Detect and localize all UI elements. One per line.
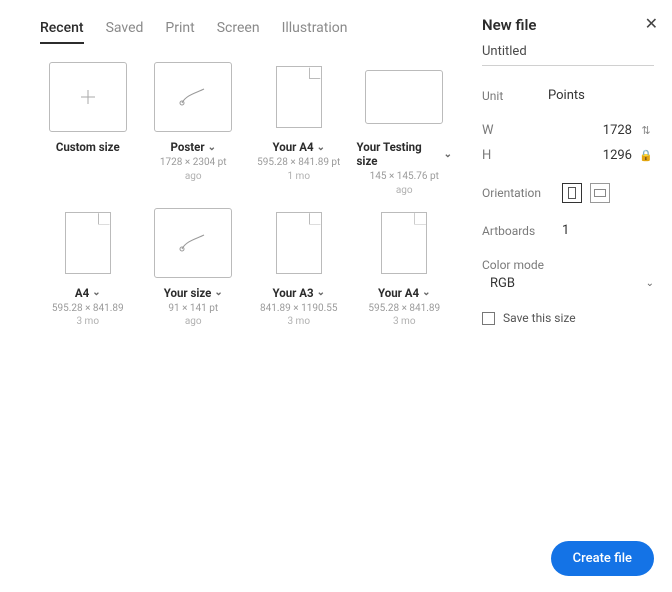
orientation-row: Orientation <box>482 183 654 203</box>
preset-meta2: ago <box>185 171 202 182</box>
chevron-down-icon: ⌄ <box>444 149 452 160</box>
file-name-input[interactable]: Untitled <box>482 44 654 66</box>
unit-row: Unit Points <box>482 88 654 103</box>
tab-print[interactable]: Print <box>165 20 194 44</box>
tab-saved[interactable]: Saved <box>106 20 144 44</box>
close-icon[interactable]: ✕ <box>645 14 658 33</box>
page-thumb <box>49 208 127 278</box>
chevron-down-icon: ⌄ <box>208 142 216 153</box>
wide-thumb <box>365 70 443 124</box>
tab-recent[interactable]: Recent <box>40 20 84 44</box>
preset-meta: 595.28 × 841.89 pt <box>257 157 340 170</box>
chevron-down-icon: ⌄ <box>317 142 325 153</box>
lock-icon[interactable]: 🔒 <box>638 149 654 162</box>
poster-thumb <box>154 62 232 132</box>
preset-label: Your A4⌄ <box>273 140 325 154</box>
preset-your-size[interactable]: Your size⌄ 91 × 141 pt ago <box>146 208 242 328</box>
preset-meta: 595.28 × 841.89 <box>52 303 124 316</box>
portrait-icon <box>568 187 576 199</box>
tab-screen[interactable]: Screen <box>217 20 260 44</box>
unit-select[interactable]: Points <box>548 88 654 103</box>
page-thumb <box>260 208 338 278</box>
preset-label: Custom size <box>56 140 120 154</box>
preset-meta: 91 × 141 pt <box>168 303 218 316</box>
preset-grid: Custom size Poster⌄ 1728 × 2304 pt ago Y… <box>40 62 452 327</box>
height-input[interactable]: 1296 <box>548 148 638 163</box>
create-file-button[interactable]: Create file <box>551 541 654 576</box>
landscape-icon <box>594 189 606 197</box>
page-thumb <box>365 208 443 278</box>
width-row: W 1728 ⇅ <box>482 123 654 138</box>
orientation-label: Orientation <box>482 186 562 200</box>
artboards-input[interactable]: 1 <box>562 223 654 238</box>
chevron-down-icon: ⌄ <box>317 287 325 298</box>
preset-meta: 1728 × 2304 pt <box>160 157 227 170</box>
color-mode-label-row: Color mode <box>482 258 654 272</box>
panel-title: New file <box>482 16 654 34</box>
chevron-down-icon: ⌄ <box>646 278 654 289</box>
color-mode-label: Color mode <box>482 258 582 272</box>
save-size-row: Save this size <box>482 311 654 325</box>
save-size-label: Save this size <box>503 311 576 325</box>
preset-custom-size[interactable]: Custom size <box>40 62 136 196</box>
preset-label: A4⌄ <box>75 286 101 300</box>
artboards-label: Artboards <box>482 224 562 238</box>
brush-icon <box>176 85 210 109</box>
page-thumb <box>260 62 338 132</box>
preset-meta: 841.89 × 1190.55 <box>260 303 337 316</box>
preset-meta2: 1 mo <box>287 171 310 182</box>
preset-meta2: 3 mo <box>393 316 416 327</box>
save-size-checkbox[interactable] <box>482 312 495 325</box>
preset-your-a3[interactable]: Your A3⌄ 841.89 × 1190.55 3 mo <box>251 208 347 328</box>
preset-your-a4-2[interactable]: Your A4⌄ 595.28 × 841.89 3 mo <box>357 208 453 328</box>
preset-meta2: 3 mo <box>76 316 99 327</box>
chevron-down-icon: ⌄ <box>214 287 222 298</box>
preset-testing-size[interactable]: Your Testing size⌄ 145 × 145.76 pt ago <box>357 62 453 196</box>
preset-meta2: ago <box>396 185 413 196</box>
plus-icon <box>78 87 98 107</box>
poster-thumb <box>154 208 232 278</box>
height-row: H 1296 🔒 <box>482 148 654 163</box>
chevron-down-icon: ⌄ <box>92 287 100 298</box>
color-mode-select[interactable]: RGB ⌄ <box>482 276 654 291</box>
preset-label: Your A3⌄ <box>273 286 325 300</box>
preset-label: Your size⌄ <box>164 286 223 300</box>
preset-meta: 595.28 × 841.89 <box>368 303 440 316</box>
artboards-row: Artboards 1 <box>482 223 654 238</box>
preset-meta: 145 × 145.76 pt <box>370 171 439 184</box>
preset-a4[interactable]: A4⌄ 595.28 × 841.89 3 mo <box>40 208 136 328</box>
link-icon[interactable]: ⇅ <box>638 124 654 137</box>
orientation-portrait-button[interactable] <box>562 183 582 203</box>
category-tabs: Recent Saved Print Screen Illustration <box>40 20 452 44</box>
unit-label: Unit <box>482 89 548 103</box>
preset-label: Your Testing size⌄ <box>357 140 453 168</box>
custom-size-thumb <box>49 62 127 132</box>
width-label: W <box>482 123 548 138</box>
orientation-landscape-button[interactable] <box>590 183 610 203</box>
new-file-dialog: Recent Saved Print Screen Illustration C… <box>0 0 672 592</box>
preset-poster[interactable]: Poster⌄ 1728 × 2304 pt ago <box>146 62 242 196</box>
brush-icon <box>176 231 210 255</box>
preset-meta2: 3 mo <box>287 316 310 327</box>
chevron-down-icon: ⌄ <box>422 287 430 298</box>
preset-label: Your A4⌄ <box>378 286 430 300</box>
preset-your-a4-1[interactable]: Your A4⌄ 595.28 × 841.89 pt 1 mo <box>251 62 347 196</box>
width-input[interactable]: 1728 <box>548 123 638 138</box>
height-label: H <box>482 148 548 163</box>
preset-panel: Recent Saved Print Screen Illustration C… <box>0 0 472 592</box>
properties-panel: ✕ New file Untitled Unit Points W 1728 ⇅… <box>472 0 672 592</box>
preset-label: Poster⌄ <box>171 140 216 154</box>
tab-illustration[interactable]: Illustration <box>282 20 348 44</box>
preset-meta2: ago <box>185 316 202 327</box>
